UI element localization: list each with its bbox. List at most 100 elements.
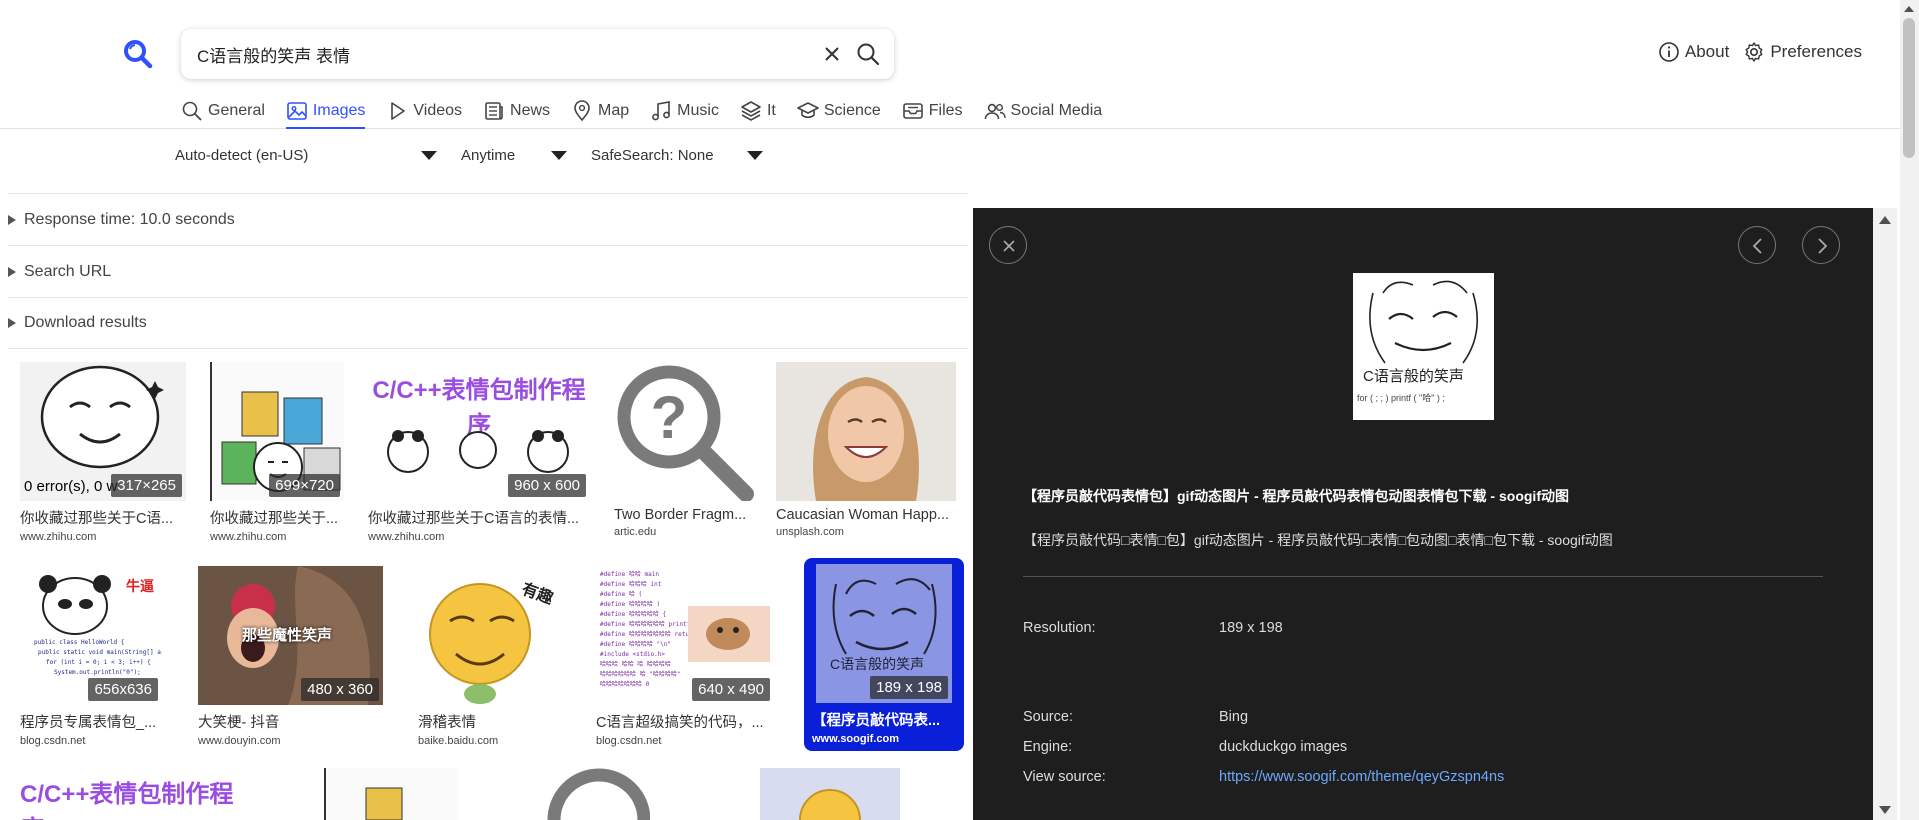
about-link[interactable]: About (1658, 41, 1729, 63)
divider (1023, 576, 1823, 577)
engine-label: Engine: (1023, 739, 1073, 755)
image-thumbnail: C/C++表情包制作程序 960 x 600 (368, 362, 590, 501)
detail-title[interactable]: 【程序员敲代码表情包】gif动态图片 - 程序员敲代码表情包动图表情包下载 - … (1023, 486, 1569, 506)
resolution-badge: 960 x 600 (508, 474, 586, 497)
close-icon (1003, 240, 1015, 252)
tab-label: News (510, 102, 551, 119)
triangle-right-icon (8, 318, 16, 328)
view-source-link[interactable]: https://www.soogif.com/theme/qeyGzspn4ns (1219, 769, 1504, 785)
close-detail-button[interactable] (989, 226, 1027, 264)
image-result[interactable] (324, 768, 458, 820)
search-url-summary[interactable]: Search URL (8, 245, 968, 297)
detail-scrollbar[interactable] (1873, 208, 1897, 820)
page-scrollbar[interactable] (1900, 0, 1919, 820)
tab-social-media[interactable]: Social Media (984, 99, 1102, 123)
engine-row: Engine: duckduckgo images (1023, 739, 1347, 755)
category-tabs: General Images Videos News Map Music It … (181, 99, 1123, 129)
image-result-selected[interactable]: C语言般的笑声 189 x 198 【程序员敲代码表... www.soogif… (804, 558, 964, 751)
image-thumbnail: #define 哈哈 main #define 哈哈哈 int #define … (596, 566, 774, 705)
svg-text:哈哈哈哈哈哈哈 0: 哈哈哈哈哈哈哈 0 (600, 680, 650, 688)
chevron-left-icon (1752, 238, 1762, 254)
language-select[interactable]: Auto-detect (en-US) (175, 147, 437, 164)
image-thumbnail: ? (614, 362, 754, 501)
time-range-value: Anytime (461, 147, 516, 164)
next-image-button[interactable] (1802, 226, 1840, 264)
image-thumbnail (324, 768, 458, 820)
inbox-icon (902, 103, 923, 119)
image-result[interactable]: 有趣 滑稽表情 baike.baidu.com (418, 566, 560, 747)
tab-it[interactable]: It (740, 99, 776, 123)
tab-files[interactable]: Files (902, 99, 963, 123)
image-sticker-text: 牛逼 (126, 578, 154, 594)
play-icon (391, 102, 406, 120)
tab-general[interactable]: General (181, 99, 265, 123)
svg-text:?: ? (651, 384, 688, 451)
summary-label: Download results (24, 314, 147, 331)
missing-image-icon: ? (617, 365, 754, 501)
image-result[interactable]: C/C++表情包制作程序 (20, 768, 250, 820)
tab-label: Map (598, 102, 630, 119)
image-source: www.zhihu.com (210, 531, 287, 543)
scroll-down-icon[interactable] (1879, 806, 1891, 814)
image-thumbnail (776, 362, 956, 501)
chevron-down-icon (421, 151, 437, 160)
tab-videos[interactable]: Videos (386, 99, 462, 123)
preview-caption-text: C语言般的笑声 (1363, 368, 1464, 385)
response-time-summary[interactable]: Response time: 10.0 seconds (8, 193, 968, 245)
image-result[interactable]: 0 error(s), 0 w 317×265 你收藏过那些关于C语... ww… (20, 362, 186, 543)
search-input[interactable] (197, 29, 797, 79)
detail-image-preview[interactable]: C语言般的笑声 for ( ; ; ) printf ( "哈" ) ; (1353, 273, 1494, 420)
scroll-up-icon[interactable] (1904, 6, 1914, 12)
preferences-link[interactable]: Preferences (1743, 41, 1862, 63)
tab-map[interactable]: Map (571, 99, 629, 123)
image-icon (287, 102, 307, 120)
scrollbar-thumb[interactable] (1903, 18, 1915, 158)
time-range-select[interactable]: Anytime (461, 147, 567, 164)
svg-text:#define 哈哈哈哈哈哈哈 return: #define 哈哈哈哈哈哈哈 return (600, 630, 697, 638)
searxng-logo-icon[interactable] (122, 38, 154, 70)
image-result[interactable] (760, 768, 900, 820)
image-result[interactable]: C/C++表情包制作程序 960 x 600 你收藏过那些关于C语言的表情...… (368, 362, 590, 543)
tab-news[interactable]: News (483, 99, 550, 123)
image-result[interactable]: 699×720 你收藏过那些关于... www.zhihu.com (210, 362, 344, 543)
tab-science[interactable]: Science (797, 99, 881, 123)
image-caption-text: 那些魔性笑声 (242, 627, 333, 644)
scroll-up-icon[interactable] (1879, 216, 1891, 224)
image-result[interactable] (540, 768, 650, 820)
svg-text:System.out.println("0");: System.out.println("0"); (54, 669, 141, 676)
image-overlay-text: 0 error(s), 0 w (24, 478, 118, 495)
image-title: 程序员专属表情包_... (20, 715, 157, 731)
tab-music[interactable]: Music (650, 99, 719, 123)
safesearch-select[interactable]: SafeSearch: None (591, 147, 763, 164)
image-result[interactable]: 那些魔性笑声 480 x 360 大笑梗- 抖音 www.douyin.com (198, 566, 383, 747)
image-source: artic.edu (614, 526, 657, 538)
svg-text:#define 哈哈哈哈哈 {: #define 哈哈哈哈哈 { (600, 610, 666, 618)
svg-text:#define 哈哈哈 int: #define 哈哈哈 int (600, 580, 662, 588)
info-icon (1659, 42, 1679, 62)
search-icon[interactable] (855, 41, 881, 67)
map-pin-icon (574, 100, 590, 122)
tab-label: Music (677, 102, 719, 119)
image-result[interactable]: Caucasian Woman Happ... unsplash.com (776, 362, 956, 538)
source-row: Source: Bing (1023, 709, 1248, 725)
clear-icon[interactable] (820, 42, 844, 66)
resolution-value: 189 x 198 (1219, 620, 1283, 636)
image-source: blog.csdn.net (20, 735, 86, 747)
previous-image-button[interactable] (1738, 226, 1776, 264)
download-results-summary[interactable]: Download results (8, 297, 968, 349)
newspaper-icon (485, 102, 503, 120)
image-thumbnail (760, 768, 900, 820)
image-result[interactable]: public class HelloWorld { public static … (20, 566, 162, 747)
image-result[interactable]: ? Two Border Fragm... artic.edu (614, 362, 754, 538)
image-source: www.zhihu.com (20, 531, 97, 543)
image-result[interactable]: #define 哈哈 main #define 哈哈哈 int #define … (596, 566, 774, 747)
image-source: www.douyin.com (198, 735, 281, 747)
image-thumbnail: C/C++表情包制作程序 (20, 768, 250, 820)
tab-images[interactable]: Images (285, 99, 366, 129)
image-banner-text: C/C++表情包制作程序 (20, 781, 234, 820)
laughing-woman-photo (813, 377, 919, 501)
svg-text:#define 哈哈哈哈 "\n": #define 哈哈哈哈 "\n" (600, 640, 671, 648)
image-source: unsplash.com (776, 526, 844, 538)
engine-value: duckduckgo images (1219, 739, 1348, 755)
search-box (181, 29, 894, 79)
